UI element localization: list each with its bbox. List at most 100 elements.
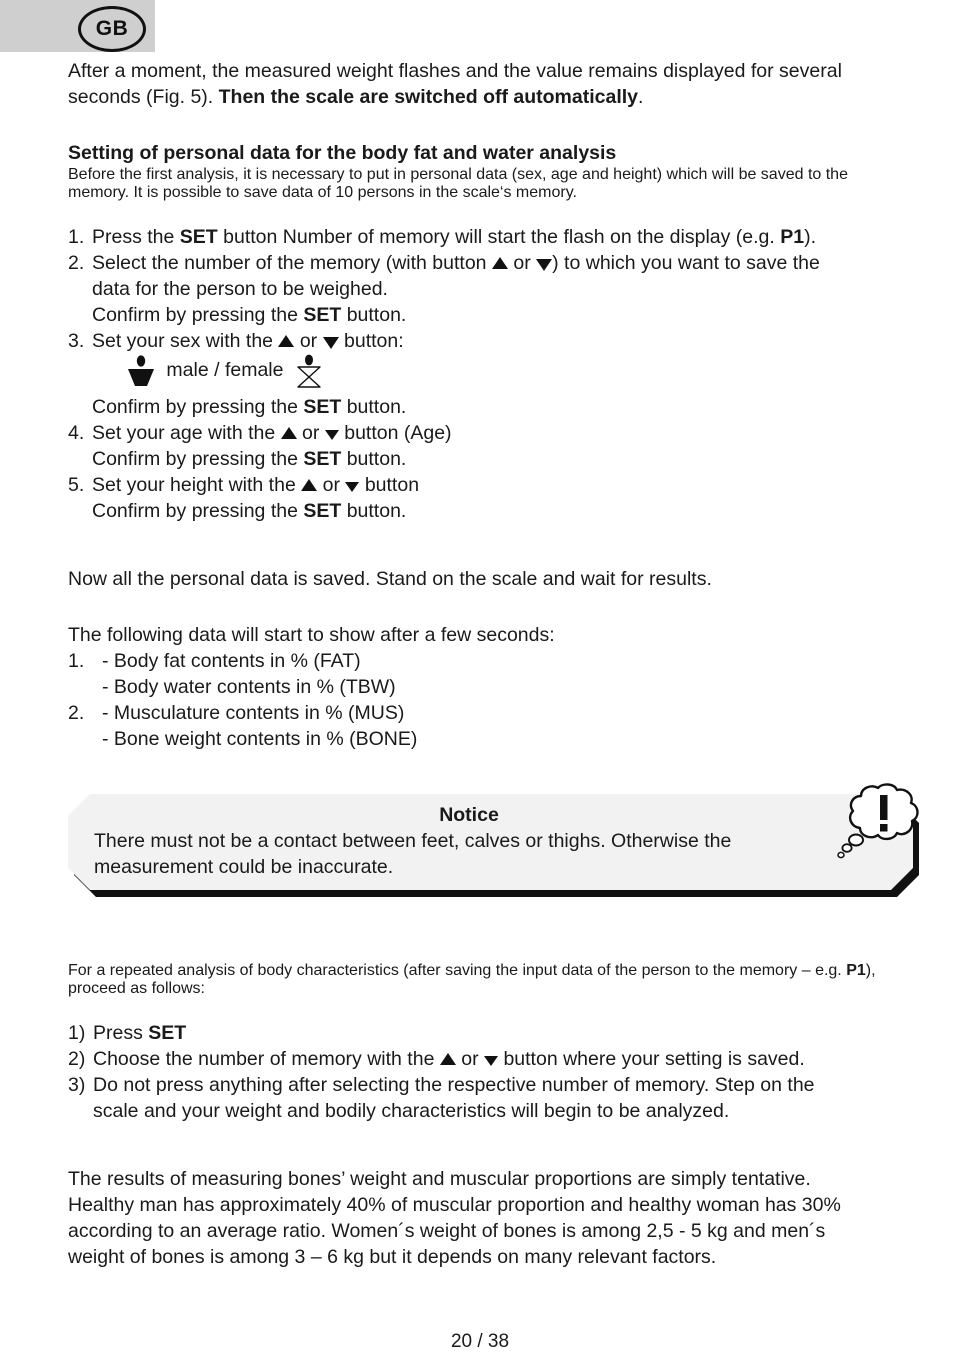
saved-note: Now all the personal data is saved. Stan…: [68, 568, 712, 590]
arrow-down-icon: [536, 258, 553, 271]
arrow-down-icon: [322, 336, 339, 349]
step-4: 4. Set your age with the or button (Age)…: [68, 420, 930, 472]
step-1-bold-p1: P1: [780, 226, 805, 248]
step-4-confirm-bold: SET: [303, 448, 342, 470]
step-5-confirm-a: Confirm by pressing the: [92, 500, 304, 522]
repeat-steps-list: 1) Press SET 2) Choose the number of mem…: [68, 1020, 930, 1124]
step-4-confirm: Confirm by pressing the SET button.: [92, 446, 930, 472]
male-figure-icon: [126, 354, 156, 395]
section-heading: Setting of personal data for the body fa…: [68, 142, 617, 164]
repeat-intro: For a repeated analysis of body characte…: [68, 962, 928, 998]
step-5-confirm-b: button.: [341, 500, 407, 522]
step-3-confirm-bold: SET: [303, 396, 342, 418]
repeat-step-1-marker: 1): [68, 1022, 86, 1044]
arrow-down-icon: [345, 481, 360, 492]
repeat-intro-a: For a repeated analysis of body characte…: [68, 962, 847, 979]
female-figure-icon: [294, 354, 324, 395]
step-2-line-2: data for the person to be weighed.: [92, 278, 388, 300]
intro-line-2-end: .: [638, 86, 644, 108]
step-2-confirm: Confirm by pressing the SET button.: [92, 302, 930, 328]
results-item-1: 1. - Body fat contents in % (FAT) - Body…: [68, 648, 930, 700]
setup-steps-list: 1. Press the SET button Number of memory…: [68, 224, 930, 524]
step-5-text-c: button: [359, 474, 420, 496]
step-2-text-a: Select the number of the memory (with bu…: [92, 252, 492, 274]
step-5-text-b: or: [317, 474, 346, 496]
closing-line-1: The results of measuring bones’ weight a…: [68, 1168, 811, 1190]
closing-paragraph: The results of measuring bones’ weight a…: [68, 1166, 930, 1270]
step-3-confirm-a: Confirm by pressing the: [92, 396, 304, 418]
repeat-step-3-text-a: Do not press anything after selecting th…: [93, 1074, 815, 1096]
results-item-2-secondary: - Bone weight contents in % (BONE): [102, 728, 418, 750]
step-2: 2. Select the number of the memory (with…: [68, 250, 930, 328]
step-5: 5. Set your height with the or button Co…: [68, 472, 930, 524]
step-5-marker: 5.: [68, 474, 85, 496]
results-item-1-primary: - Body fat contents in % (FAT): [102, 650, 361, 672]
results-item-1-secondary: - Body water contents in % (TBW): [102, 676, 396, 698]
step-4-text-a: Set your age with the: [92, 422, 281, 444]
step-1-bold-set: SET: [179, 226, 218, 248]
step-5-text-a: Set your height with the: [92, 474, 302, 496]
step-4-confirm-a: Confirm by pressing the: [92, 448, 304, 470]
results-item-2: 2. - Musculature contents in % (MUS) - B…: [68, 700, 930, 752]
arrow-up-icon: [491, 256, 508, 269]
step-2-text-b: or: [507, 252, 537, 274]
section-body: Before the first analysis, it is necessa…: [68, 166, 848, 201]
step-2-confirm-b: button.: [341, 304, 407, 326]
repeat-step-1-bold: SET: [148, 1022, 187, 1044]
results-intro: The following data will start to show af…: [68, 624, 555, 646]
step-1: 1. Press the SET button Number of memory…: [68, 224, 930, 250]
notice-title: Notice: [439, 804, 499, 826]
intro-line-1: After a moment, the measured weight flas…: [68, 60, 842, 82]
arrow-down-icon: [324, 429, 339, 440]
step-3: 3. Set your sex with the or button: male…: [68, 328, 930, 420]
closing-line-4: weight of bones is among 3 – 6 kg but it…: [68, 1246, 717, 1268]
step-3-text-b: or: [294, 330, 323, 352]
notice-box: Notice There must not be a contact betwe…: [68, 783, 930, 904]
intro-line-2: seconds (Fig. 5). Then the scale are swi…: [68, 84, 930, 110]
step-3-confirm: Confirm by pressing the SET button.: [92, 394, 930, 420]
step-4-confirm-b: button.: [341, 448, 407, 470]
arrow-up-icon: [280, 426, 297, 439]
notice-line-1: There must not be a contact between feet…: [94, 830, 732, 852]
repeat-step-2-text-a: Choose the number of memory with the: [93, 1048, 440, 1070]
step-4-text-c: button (Age): [338, 422, 452, 444]
exclamation-thought-bubble-icon: [828, 782, 924, 874]
closing-line-3: according to an average ratio. Women´s w…: [68, 1220, 826, 1242]
results-item-2-marker: 2.: [68, 702, 85, 724]
repeat-step-2-marker: 2): [68, 1048, 86, 1070]
repeat-step-2-text-c: button where your setting is saved.: [498, 1048, 805, 1070]
notice-content: Notice There must not be a contact betwe…: [94, 802, 894, 880]
repeat-step-3: 3) Do not press anything after selecting…: [68, 1072, 930, 1124]
results-list: 1. - Body fat contents in % (FAT) - Body…: [68, 648, 930, 752]
intro-line-2-plain: seconds (Fig. 5).: [68, 86, 219, 108]
repeat-step-2: 2) Choose the number of memory with the …: [68, 1046, 930, 1072]
repeat-step-1-text: Press: [93, 1022, 149, 1044]
page-number: 20 / 38: [450, 1331, 510, 1352]
step-2-marker: 2.: [68, 252, 85, 274]
gender-row: male / female: [92, 354, 930, 394]
step-5-confirm-bold: SET: [303, 500, 342, 522]
arrow-down-icon: [484, 1055, 499, 1066]
repeat-step-3-marker: 3): [68, 1074, 86, 1096]
repeat-step-3-line-2: scale and your weight and bodily charact…: [93, 1100, 730, 1122]
notice-line-2: measurement could be inaccurate.: [94, 856, 394, 878]
arrow-up-icon: [301, 478, 318, 491]
page-content: After a moment, the measured weight flas…: [68, 0, 930, 1270]
step-2-confirm-a: Confirm by pressing the: [92, 304, 304, 326]
step-2-text-c: ) to which you want to save the: [552, 252, 820, 274]
intro-line-2-bold: Then the scale are switched off automati…: [218, 86, 639, 108]
step-1-text-c: ).: [804, 226, 817, 248]
closing-line-2: Healthy man has approximately 40% of mus…: [68, 1194, 841, 1216]
arrow-up-icon: [278, 334, 295, 347]
step-4-marker: 4.: [68, 422, 85, 444]
step-1-text-a: Press the: [92, 226, 180, 248]
results-item-2-primary: - Musculature contents in % (MUS): [102, 702, 405, 724]
step-3-confirm-b: button.: [341, 396, 407, 418]
step-3-marker: 3.: [68, 330, 85, 352]
arrow-up-icon: [439, 1052, 456, 1065]
results-item-1-marker: 1.: [68, 650, 85, 672]
step-3-text-a: Set your sex with the: [92, 330, 279, 352]
step-2-confirm-bold: SET: [303, 304, 342, 326]
repeat-step-1: 1) Press SET: [68, 1020, 930, 1046]
intro-paragraph: After a moment, the measured weight flas…: [68, 58, 930, 110]
